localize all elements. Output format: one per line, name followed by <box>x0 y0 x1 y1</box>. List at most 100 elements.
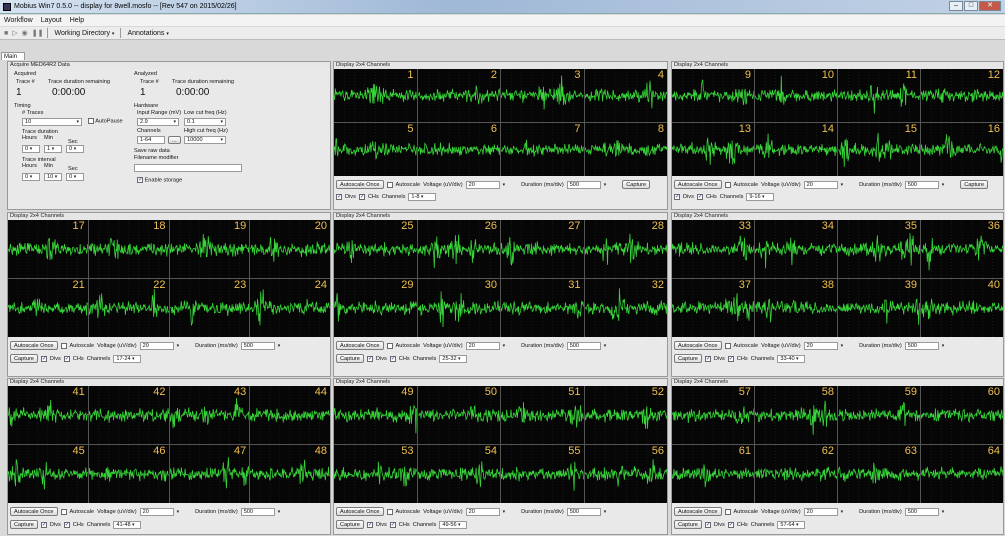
channel-scope[interactable]: 35 <box>838 220 920 278</box>
channel-scope[interactable]: 33 <box>672 220 754 278</box>
channel-scope[interactable]: 41 <box>8 386 88 444</box>
channel-scope[interactable]: 15 <box>838 123 920 176</box>
pause-icon[interactable]: ❚❚ <box>32 29 44 37</box>
channel-scope[interactable]: 34 <box>755 220 837 278</box>
chs-checkbox[interactable] <box>727 355 734 362</box>
channel-scope[interactable]: 57 <box>672 386 754 444</box>
divs-checkbox[interactable] <box>366 521 373 528</box>
menu-layout[interactable]: Layout <box>41 15 62 26</box>
divs-checkbox[interactable] <box>336 193 342 200</box>
filename-input[interactable] <box>134 164 242 172</box>
channel-scope[interactable]: 51 <box>501 386 584 444</box>
duration-select[interactable]: 500 <box>566 507 601 516</box>
channel-scope[interactable]: 36 <box>921 220 1003 278</box>
int-hours-select[interactable]: 0 ▾ <box>22 173 40 181</box>
channel-scope[interactable]: 52 <box>584 386 667 444</box>
channel-scope[interactable]: 22 <box>88 279 169 337</box>
play-icon[interactable]: ▷ <box>12 29 17 37</box>
channel-scope[interactable]: 43 <box>169 386 250 444</box>
duration-select[interactable]: 500 <box>566 180 601 189</box>
channels-select[interactable]: 49-56 ▾ <box>439 520 468 529</box>
channel-scope[interactable]: 21 <box>8 279 88 337</box>
channel-scope[interactable]: 13 <box>672 123 754 176</box>
autoscale-checkbox[interactable] <box>386 181 393 188</box>
menu-help[interactable]: Help <box>70 15 84 26</box>
autoscale-checkbox[interactable] <box>724 181 731 188</box>
high-cut-select[interactable]: 10000 ▾ <box>184 136 226 144</box>
channel-scope[interactable]: 60 <box>921 386 1003 444</box>
minimize-button[interactable]: – <box>949 1 963 11</box>
channel-scope[interactable]: 17 <box>8 220 88 278</box>
autoscale-once-button[interactable]: Autoscale Once <box>336 180 384 189</box>
stop-icon[interactable]: ■ <box>4 30 8 37</box>
channel-scope[interactable]: 2 <box>417 69 500 122</box>
channel-scope[interactable]: 49 <box>334 386 417 444</box>
duration-select[interactable]: 500 <box>904 507 939 516</box>
dur-hours-select[interactable]: 0 ▾ <box>22 145 40 153</box>
chs-checkbox[interactable] <box>389 521 396 528</box>
channel-scope[interactable]: 19 <box>169 220 250 278</box>
channel-scope[interactable]: 7 <box>501 123 584 176</box>
channel-scope[interactable]: 28 <box>584 220 667 278</box>
maximize-button[interactable]: □ <box>964 1 978 11</box>
autoscale-checkbox[interactable] <box>60 342 67 349</box>
capture-button[interactable]: Capture <box>674 354 702 363</box>
capture-button[interactable]: Capture <box>960 180 989 189</box>
working-directory-dropdown[interactable]: Working Directory ▾ <box>52 30 116 37</box>
voltage-select[interactable]: 20 <box>803 507 838 516</box>
channel-scope[interactable]: 59 <box>838 386 920 444</box>
channel-scope[interactable]: 24 <box>250 279 330 337</box>
capture-button[interactable]: Capture <box>674 520 702 529</box>
channel-scope[interactable]: 18 <box>88 220 169 278</box>
autoscale-checkbox[interactable] <box>386 342 393 349</box>
channel-scope[interactable]: 9 <box>672 69 754 122</box>
autoscale-checkbox[interactable] <box>724 508 731 515</box>
channel-scope[interactable]: 50 <box>417 386 500 444</box>
divs-checkbox[interactable] <box>674 193 680 200</box>
channels-select[interactable]: 1-8 ▾ <box>408 193 437 201</box>
int-min-select[interactable]: 10 ▾ <box>44 173 62 181</box>
channel-scope[interactable]: 5 <box>334 123 417 176</box>
autoscale-once-button[interactable]: Autoscale Once <box>10 341 58 350</box>
channel-scope[interactable]: 12 <box>921 69 1003 122</box>
channel-scope[interactable]: 3 <box>501 69 584 122</box>
input-range-select[interactable]: 2.9 ▾ <box>137 118 179 126</box>
channel-scope[interactable]: 8 <box>584 123 667 176</box>
chs-checkbox[interactable] <box>727 521 734 528</box>
voltage-select[interactable]: 20 <box>465 180 500 189</box>
chs-checkbox[interactable] <box>63 521 70 528</box>
autoscale-once-button[interactable]: Autoscale Once <box>674 507 722 516</box>
capture-button[interactable]: Capture <box>336 520 364 529</box>
channel-scope[interactable]: 61 <box>672 445 754 503</box>
enable-storage-check[interactable] <box>137 176 143 183</box>
channel-scope[interactable]: 62 <box>755 445 837 503</box>
capture-button[interactable]: Capture <box>10 354 38 363</box>
duration-select[interactable]: 500 <box>904 341 939 350</box>
record-icon[interactable]: ◉ <box>22 29 28 37</box>
channel-scope[interactable]: 26 <box>417 220 500 278</box>
channel-scope[interactable]: 32 <box>584 279 667 337</box>
channels-select[interactable]: 17-24 ▾ <box>113 354 142 363</box>
dur-min-select[interactable]: 1 ▾ <box>44 145 62 153</box>
autoscale-once-button[interactable]: Autoscale Once <box>336 341 384 350</box>
autoscale-checkbox[interactable] <box>724 342 731 349</box>
channel-scope[interactable]: 25 <box>334 220 417 278</box>
channel-scope[interactable]: 47 <box>169 445 250 503</box>
channels-browse-button[interactable]: ... <box>168 136 181 144</box>
channel-scope[interactable]: 58 <box>755 386 837 444</box>
duration-select[interactable]: 500 <box>240 341 275 350</box>
channel-scope[interactable]: 45 <box>8 445 88 503</box>
capture-button[interactable]: Capture <box>622 180 651 189</box>
channel-scope[interactable]: 46 <box>88 445 169 503</box>
channel-scope[interactable]: 23 <box>169 279 250 337</box>
channel-scope[interactable]: 44 <box>250 386 330 444</box>
channel-scope[interactable]: 63 <box>838 445 920 503</box>
voltage-select[interactable]: 20 <box>803 180 838 189</box>
channel-scope[interactable]: 14 <box>755 123 837 176</box>
channels-select[interactable]: 57-64 ▾ <box>777 520 806 529</box>
channel-scope[interactable]: 10 <box>755 69 837 122</box>
channel-scope[interactable]: 31 <box>501 279 584 337</box>
divs-checkbox[interactable] <box>704 521 711 528</box>
channels-select[interactable]: 33-40 ▾ <box>777 354 806 363</box>
channel-scope[interactable]: 11 <box>838 69 920 122</box>
